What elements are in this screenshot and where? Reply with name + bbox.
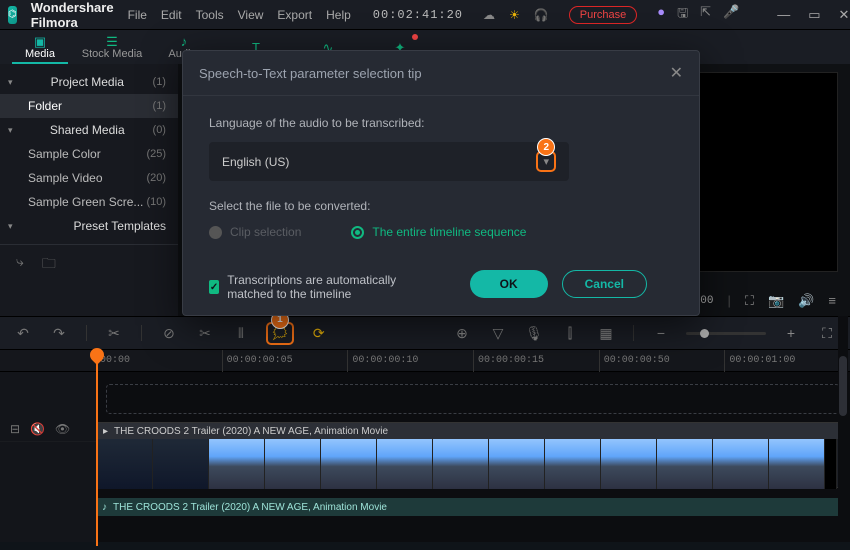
dialog-close-icon[interactable]: ✕ [670, 63, 683, 83]
settings-icon[interactable]: ≡ [828, 293, 836, 308]
mic-icon[interactable]: 🎤 [723, 4, 739, 26]
new-folder-icon[interactable]: ⤷ [16, 253, 24, 277]
app-logo-icon: ⌬ [8, 6, 17, 24]
zoom-in-icon[interactable]: + [780, 322, 802, 344]
track-mute-icon[interactable]: 🔇 [30, 422, 45, 436]
ruler-tick: 00:00:00:50 [599, 350, 725, 372]
redo-icon[interactable]: ↷ [48, 322, 70, 344]
media-sidebar: Project Media(1) Folder(1) Shared Media(… [0, 64, 178, 316]
language-select[interactable]: English (US) 2 ▾ [209, 142, 569, 181]
render-icon[interactable]: ▦ [595, 322, 617, 344]
dialog-title: Speech-to-Text parameter selection tip [199, 66, 422, 81]
speed-icon[interactable]: ⟳ [308, 322, 330, 344]
timeline: ⊟ 🔇 👁 ▸ THE CROODS 2 Trailer (2020) A NEW A… [0, 372, 850, 542]
sidebar-folder[interactable]: Folder(1) [0, 94, 178, 118]
video-clip[interactable]: ▸ THE CROODS 2 Trailer (2020) A NEW AGE, … [96, 422, 840, 488]
sidebar-project-media[interactable]: Project Media(1) [0, 70, 178, 94]
menu-tools[interactable]: Tools [196, 8, 224, 22]
purchase-button[interactable]: Purchase [569, 6, 637, 24]
audio-icon: ♪ [102, 502, 107, 513]
empty-track-hint[interactable] [106, 384, 840, 414]
language-value: English (US) [222, 155, 289, 169]
track-vis-icon[interactable]: 👁 [55, 422, 70, 436]
sidebar-sample-color[interactable]: Sample Color(25) [0, 142, 178, 166]
camera-icon[interactable]: 📷 [768, 293, 784, 309]
zoom-out-icon[interactable]: − [650, 322, 672, 344]
main-menu: File Edit Tools View Export Help [128, 8, 351, 22]
track-lock-icon[interactable]: ⊟ [10, 422, 20, 436]
language-label: Language of the audio to be transcribed: [209, 116, 673, 130]
ruler-tick: 00:00:01:00 [724, 350, 850, 372]
marker-icon[interactable]: ▽ [487, 322, 509, 344]
sidebar-shared-media[interactable]: Shared Media(0) [0, 118, 178, 142]
title-bar: ⌬ Wondershare Filmora File Edit Tools Vi… [0, 0, 850, 30]
speech-to-text-icon[interactable]: 1 🗯 [266, 322, 294, 345]
volume-icon[interactable]: 🔊 [798, 293, 814, 309]
snapshot-icon[interactable]: ⛶ [745, 293, 754, 309]
file-select-label: Select the file to be converted: [209, 199, 673, 213]
timeline-toolbar: ↶ ↷ ✂ ⊘ ✂ ⫴ 1 🗯 ⟳ ⊕ ▽ 🎙 ⫿ ▦ − + ⛶ [0, 316, 850, 350]
cancel-button[interactable]: Cancel [562, 270, 647, 298]
menu-help[interactable]: Help [326, 8, 351, 22]
save-icon[interactable]: 🖫 [677, 4, 688, 26]
ruler-tick: 00:00:00:10 [347, 350, 473, 372]
auto-match-checkbox[interactable]: ✓ [209, 280, 219, 294]
folder-icon[interactable]: 🗀 [42, 253, 56, 277]
audio-title: THE CROODS 2 Trailer (2020) A NEW AGE, A… [113, 502, 387, 513]
ruler-tick: 00:00 [96, 350, 222, 372]
split-icon[interactable]: ⊕ [451, 322, 473, 344]
vertical-scrollbar[interactable] [838, 316, 848, 516]
zoom-fit-icon[interactable]: ⛶ [816, 322, 838, 344]
radio-entire-timeline[interactable]: The entire timeline sequence [351, 225, 526, 239]
profile-icon[interactable]: ● [657, 4, 665, 26]
audio-clip[interactable]: ♪ THE CROODS 2 Trailer (2020) A NEW AGE,… [96, 498, 840, 516]
ruler-tick: 00:00:00:05 [222, 350, 348, 372]
menu-export[interactable]: Export [277, 8, 312, 22]
cloud-icon[interactable]: ☁ [483, 8, 495, 22]
menu-edit[interactable]: Edit [161, 8, 182, 22]
language-chevron-icon[interactable]: 2 ▾ [536, 151, 556, 172]
sidebar-sample-green[interactable]: Sample Green Scre...(10) [0, 190, 178, 214]
close-icon[interactable]: ✕ [839, 7, 850, 23]
header-timecode: 00:02:41:20 [373, 8, 463, 22]
export-icon[interactable]: ⇱ [700, 4, 711, 26]
sidebar-sample-video[interactable]: Sample Video(20) [0, 166, 178, 190]
clip-type-icon: ▸ [103, 426, 108, 437]
audio-tool-icon[interactable]: ⫴ [230, 322, 252, 344]
app-title: Wondershare Filmora [31, 0, 114, 30]
voiceover-icon[interactable]: 🎙 [523, 322, 545, 344]
cut-icon[interactable]: ✂ [103, 322, 125, 344]
zoom-slider[interactable] [686, 332, 766, 335]
sidebar-preset-templates[interactable]: Preset Templates [0, 214, 178, 238]
mixer-icon[interactable]: ⫿ [559, 322, 581, 344]
ruler-tick: 00:00:00:15 [473, 350, 599, 372]
menu-file[interactable]: File [128, 8, 147, 22]
speech-to-text-dialog: Speech-to-Text parameter selection tip ✕… [182, 50, 700, 316]
delete-icon[interactable]: ⊘ [158, 322, 180, 344]
playhead[interactable] [96, 350, 98, 550]
timeline-ruler[interactable]: 00:00 00:00:00:05 00:00:00:10 00:00:00:1… [0, 350, 850, 372]
tab-media[interactable]: ▣Media [4, 30, 76, 64]
sun-icon[interactable]: ☀ [509, 8, 520, 22]
crop-icon[interactable]: ✂ [194, 322, 216, 344]
tab-stock-media[interactable]: ☰Stock Media [76, 30, 148, 64]
support-icon[interactable]: 🎧 [534, 8, 549, 22]
track-gutter: ⊟ 🔇 👁 [0, 372, 96, 542]
maximize-icon[interactable]: ▭ [808, 7, 820, 23]
ok-button[interactable]: OK [470, 270, 548, 298]
annotation-badge-2: 2 [537, 138, 555, 156]
radio-clip-selection: Clip selection [209, 225, 301, 239]
auto-match-label: Transcriptions are automatically matched… [227, 273, 443, 301]
clip-title: THE CROODS 2 Trailer (2020) A NEW AGE, A… [114, 426, 388, 437]
menu-view[interactable]: View [238, 8, 264, 22]
minimize-icon[interactable]: — [777, 7, 790, 23]
notification-dot [412, 34, 418, 40]
undo-icon[interactable]: ↶ [12, 322, 34, 344]
